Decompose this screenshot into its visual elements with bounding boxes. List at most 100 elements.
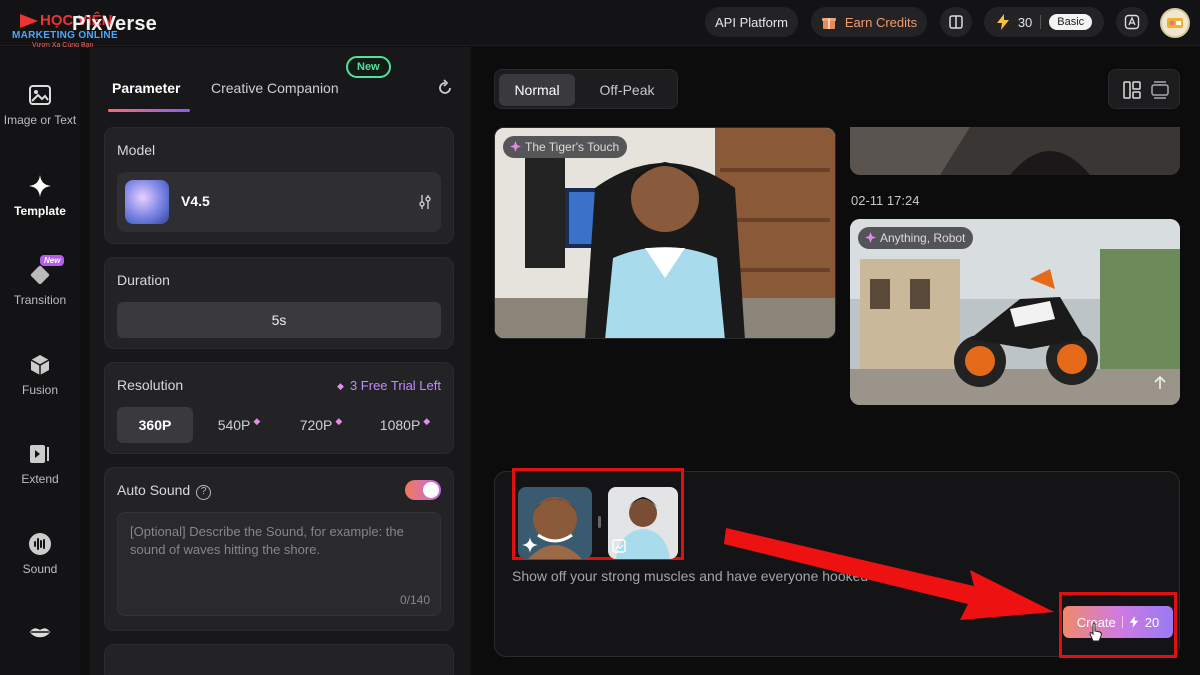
model-selector[interactable]: V4.5 <box>117 172 441 232</box>
video-label: The Tiger's Touch <box>503 136 628 158</box>
nav-label: Fusion <box>21 383 59 397</box>
nav-image-or-text[interactable]: Image or Text <box>0 83 80 127</box>
scroll-up-icon[interactable] <box>1152 375 1168 391</box>
auto-sound-title: Auto Sound? <box>117 482 212 500</box>
video-label-text: Anything, Robot <box>880 231 966 245</box>
credits-display[interactable]: 30 Basic <box>984 7 1104 37</box>
nav-transition[interactable]: New Transition <box>0 255 80 307</box>
sparkle-icon <box>522 537 538 553</box>
create-cost: 20 <box>1144 614 1160 630</box>
create-divider <box>1121 616 1123 628</box>
model-name: V4.5 <box>181 193 210 209</box>
earn-credits-label: Earn Credits <box>844 14 918 30</box>
video-thumbnail-partial <box>850 127 1180 175</box>
nav-fusion[interactable]: Fusion <box>0 353 80 397</box>
settings-sliders-icon[interactable] <box>417 194 433 210</box>
new-tag: New <box>40 255 65 266</box>
resolution-option-1080p[interactable]: 1080P ◆ <box>367 407 443 443</box>
resolution-option-360p[interactable]: 360P <box>117 407 193 443</box>
store-button[interactable] <box>1116 7 1148 37</box>
model-thumbnail <box>125 180 169 224</box>
gem-icon: ◆ <box>253 415 261 426</box>
resolution-option-720p[interactable]: 720P ◆ <box>283 407 359 443</box>
plan-badge: Basic <box>1049 14 1093 30</box>
book-icon <box>949 15 963 29</box>
sound-icon <box>29 533 51 555</box>
gift-icon <box>821 18 836 29</box>
book-button[interactable] <box>940 7 972 37</box>
view-switcher <box>1108 69 1180 109</box>
app-logo[interactable]: HỌC VIỆN PixVerse MARKETING ONLINE Vươn … <box>10 6 180 49</box>
credits-count: 30 <box>1017 14 1033 30</box>
avatar-icon <box>1167 18 1183 28</box>
new-badge: New <box>346 56 391 78</box>
video-label: Anything, Robot <box>858 227 974 249</box>
mode-normal[interactable]: Normal <box>499 74 575 106</box>
sound-description-input[interactable]: [Optional] Describe the Sound, for examp… <box>117 512 441 616</box>
top-bar: HỌC VIỆN PixVerse MARKETING ONLINE Vươn … <box>0 0 1200 49</box>
tab-creative-companion[interactable]: Creative Companion <box>211 80 339 96</box>
resolution-label: 540P <box>217 417 251 433</box>
nav-template[interactable]: Template <box>0 174 80 218</box>
auto-sound-card: Auto Sound? [Optional] Describe the Soun… <box>104 467 454 631</box>
resolution-label: 720P <box>299 417 333 433</box>
reference-image-baby[interactable] <box>518 487 592 559</box>
lips-icon <box>30 628 50 638</box>
cursor-hand-icon <box>1089 622 1102 642</box>
reference-image-person[interactable] <box>608 487 678 559</box>
api-platform-button[interactable]: API Platform <box>705 7 798 37</box>
panel-tabs: Parameter Creative Companion New <box>90 47 470 113</box>
auto-sound-toggle[interactable] <box>405 480 441 500</box>
grid-view-icon[interactable] <box>1123 81 1141 99</box>
logo-mark-icon <box>20 14 38 28</box>
lightning-icon <box>1129 616 1139 628</box>
resolution-title: Resolution <box>117 377 184 393</box>
duration-title: Duration <box>117 272 170 288</box>
earn-credits-button[interactable]: Earn Credits <box>811 7 927 37</box>
refresh-icon[interactable] <box>436 79 454 97</box>
video-thumbnail-room <box>495 128 835 338</box>
nav-sound[interactable]: Sound <box>0 532 80 576</box>
sparkle-icon <box>29 175 51 197</box>
nav-extend[interactable]: Extend <box>0 442 80 486</box>
video-card-partial[interactable] <box>850 127 1180 175</box>
nav-lip-sync[interactable] <box>0 621 80 645</box>
list-view-icon[interactable] <box>1151 81 1169 99</box>
left-navigation: Image or Text Template New Transition Fu… <box>0 47 80 675</box>
gem-icon: ◆ <box>423 415 431 426</box>
video-card-anything-robot[interactable]: Anything, Robot <box>850 219 1180 405</box>
gem-icon: ◆ <box>335 415 343 426</box>
create-button[interactable]: Create 20 <box>1063 606 1173 638</box>
duration-card: Duration 5s <box>104 257 454 349</box>
model-title: Model <box>117 142 156 158</box>
help-icon[interactable]: ? <box>196 485 212 500</box>
nav-label: Transition <box>13 293 67 307</box>
active-tab-indicator <box>108 109 190 112</box>
sparkle-small-icon <box>510 141 521 152</box>
nav-label: Sound <box>22 562 58 576</box>
api-platform-label: API Platform <box>715 14 788 30</box>
image-icon <box>612 539 626 553</box>
reorder-handle[interactable] <box>598 516 601 528</box>
duration-option[interactable]: 5s <box>117 302 441 338</box>
nav-label: Template <box>14 204 66 218</box>
sound-placeholder: [Optional] Describe the Sound, for examp… <box>130 524 404 557</box>
model-card: Model V4.5 <box>104 127 454 244</box>
character-counter: 0/140 <box>399 593 430 607</box>
annotation-arrow <box>724 528 1054 620</box>
tab-parameter[interactable]: Parameter <box>112 80 181 96</box>
mode-off-peak[interactable]: Off-Peak <box>583 74 671 106</box>
transition-icon <box>30 265 50 285</box>
app-store-icon <box>1124 14 1140 30</box>
sparkle-small-icon <box>865 232 876 243</box>
nav-label: Image or Text <box>3 113 77 127</box>
user-avatar[interactable] <box>1160 8 1190 38</box>
free-trial-label: ◆ 3 Free Trial Left <box>334 378 441 393</box>
auto-sound-label: Auto Sound <box>117 482 191 498</box>
resolution-option-540p[interactable]: 540P ◆ <box>201 407 277 443</box>
nav-label: Extend <box>21 472 59 486</box>
video-card-tigers-touch[interactable]: The Tiger's Touch <box>494 127 836 339</box>
watermark-line1: MARKETING ONLINE <box>12 30 118 41</box>
lightning-icon <box>996 14 1009 30</box>
resolution-label: 1080P <box>379 417 421 433</box>
